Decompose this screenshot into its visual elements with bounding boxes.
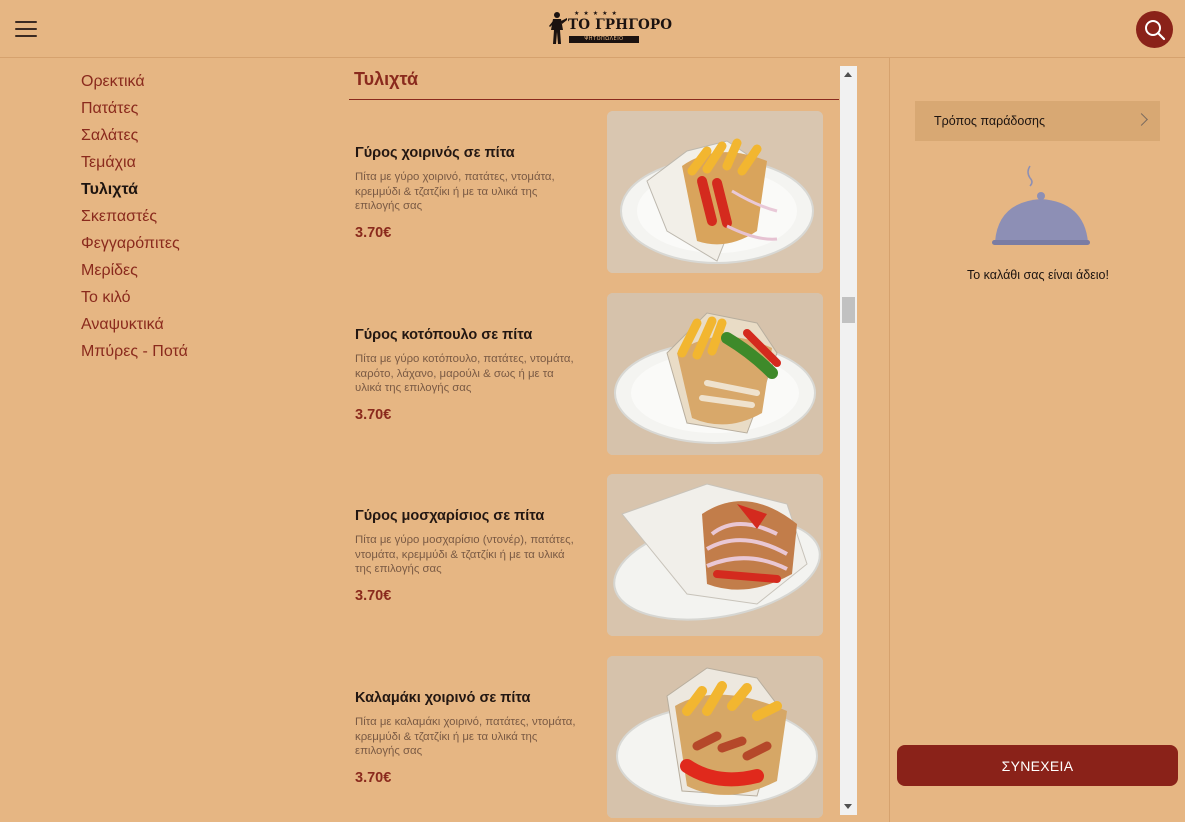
logo-figure-icon xyxy=(549,12,567,44)
empty-cart-cloche-icon xyxy=(992,165,1090,245)
product-list: Τυλιχτά Γύρος χοιρινός σε πίτα Πίτα με γ… xyxy=(349,62,840,822)
pita-wrap-image xyxy=(607,474,823,636)
delivery-method-button[interactable]: Τρόπος παράδοσης xyxy=(915,101,1160,141)
search-button[interactable] xyxy=(1136,11,1173,48)
product-image xyxy=(607,293,823,455)
category-link-tylixta[interactable]: Τυλιχτά xyxy=(81,176,281,203)
category-link-anapsyktika[interactable]: Αναψυκτικά xyxy=(81,311,281,338)
product-description: Πίτα με γύρο χοιρινό, πατάτες, ντομάτα, … xyxy=(355,171,555,212)
product-card[interactable]: Γύρος κοτόπουλο σε πίτα Πίτα με γύρο κοτ… xyxy=(349,293,840,457)
product-name: Γύρος κοτόπουλο σε πίτα xyxy=(355,327,533,343)
category-link-feggaropites[interactable]: Φεγγαρόπιτες xyxy=(81,230,281,257)
product-name: Καλαμάκι χοιρινό σε πίτα xyxy=(355,690,531,706)
pita-wrap-image xyxy=(607,111,823,273)
product-description: Πίτα με γύρο κοτόπουλο, πατάτες, ντομάτα… xyxy=(355,353,574,394)
category-link-salates[interactable]: Σαλάτες xyxy=(81,122,281,149)
scroll-down-arrow-icon[interactable] xyxy=(844,804,852,809)
delivery-method-label: Τρόπος παράδοσης xyxy=(934,114,1046,128)
product-price: 3.70€ xyxy=(355,407,392,423)
category-link-bires-pota[interactable]: Μπύρες - Ποτά xyxy=(81,338,281,365)
pita-wrap-image xyxy=(607,293,823,455)
product-card[interactable]: Καλαμάκι χοιρινό σε πίτα Πίτα με καλαμάκ… xyxy=(349,656,840,820)
product-name: Γύρος χοιρινός σε πίτα xyxy=(355,145,515,161)
category-link-merides[interactable]: Μερίδες xyxy=(81,257,281,284)
product-name: Γύρος μοσχαρίσιος σε πίτα xyxy=(355,508,545,524)
top-bar: ★★★★★ ΤΟ ΓΡΗΓΟΡΟ ΨΗΤΟΠΩΛΕΙΟ xyxy=(0,0,1185,58)
product-description: Πίτα με γύρο μοσχαρίσιο (ντονέρ), πατάτε… xyxy=(355,534,574,575)
scroll-up-arrow-icon[interactable] xyxy=(844,72,852,77)
category-link-skepastes[interactable]: Σκεπαστές xyxy=(81,203,281,230)
product-description: Πίτα με καλαμάκι χοιρινό, πατάτες, ντομά… xyxy=(355,716,576,757)
product-image xyxy=(607,111,823,273)
product-card[interactable]: Γύρος χοιρινός σε πίτα Πίτα με γύρο χοιρ… xyxy=(349,111,840,275)
logo-subtext: ΨΗΤΟΠΩΛΕΙΟ xyxy=(569,36,639,43)
category-link-temaxia[interactable]: Τεμάχια xyxy=(81,149,281,176)
pita-wrap-image xyxy=(607,656,823,818)
scrollbar-thumb[interactable] xyxy=(842,297,855,323)
section-title: Τυλιχτά xyxy=(354,69,419,89)
logo-text: ΤΟ ΓΡΗΓΟΡΟ xyxy=(568,17,673,33)
product-image xyxy=(607,656,823,818)
logo-stars: ★★★★★ xyxy=(574,11,621,17)
cart-panel: Τρόπος παράδοσης Το καλάθι σας είναι άδε… xyxy=(889,58,1185,822)
logo[interactable]: ★★★★★ ΤΟ ΓΡΗΓΟΡΟ ΨΗΤΟΠΩΛΕΙΟ xyxy=(548,10,672,46)
product-price: 3.70€ xyxy=(355,225,392,241)
section-divider xyxy=(349,99,839,100)
product-price: 3.70€ xyxy=(355,588,392,604)
category-link-to-kilo[interactable]: Το κιλό xyxy=(81,284,281,311)
continue-button[interactable]: ΣΥΝΕΧΕΙΑ xyxy=(897,745,1178,786)
product-price: 3.70€ xyxy=(355,770,392,786)
hamburger-icon[interactable] xyxy=(15,21,37,37)
category-link-patates[interactable]: Πατάτες xyxy=(81,95,281,122)
product-list-scrollbar[interactable] xyxy=(840,66,857,815)
category-link-orektika[interactable]: Ορεκτικά xyxy=(81,68,281,95)
search-icon xyxy=(1144,19,1165,40)
chevron-right-icon xyxy=(1135,113,1148,126)
product-image xyxy=(607,474,823,636)
empty-cart-message: Το καλάθι σας είναι άδειο! xyxy=(967,268,1109,282)
category-nav: Ορεκτικά Πατάτες Σαλάτες Τεμάχια Τυλιχτά… xyxy=(81,68,281,365)
product-card[interactable]: Γύρος μοσχαρίσιος σε πίτα Πίτα με γύρο μ… xyxy=(349,474,840,638)
